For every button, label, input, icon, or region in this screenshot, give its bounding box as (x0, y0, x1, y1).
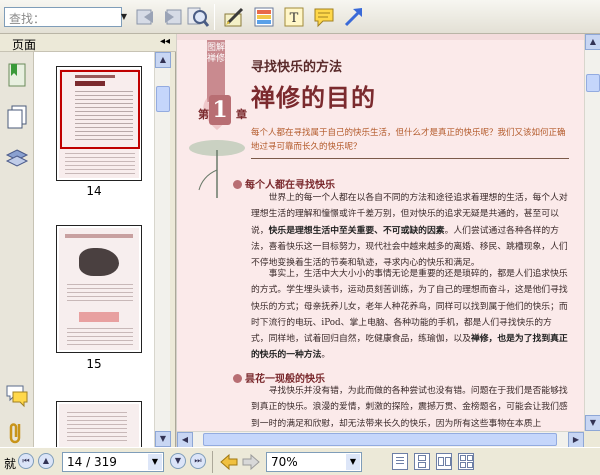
chevron-down-icon[interactable]: ▼ (346, 454, 360, 470)
bullet-icon (233, 374, 242, 383)
title-divider (251, 158, 569, 159)
chapter-number: 1 (209, 95, 231, 125)
search-input[interactable]: 查找： (4, 7, 122, 27)
page-title: 禅修的目的 (251, 83, 376, 112)
thumbnail-list: 14 15 (34, 52, 154, 447)
scroll-thumb[interactable] (586, 74, 600, 92)
pages-panel: 页面 ◂◂ 14 15 ▲ ▼ (0, 34, 176, 447)
bookmarks-icon[interactable] (5, 62, 29, 88)
document-horizontal-scrollbar[interactable]: ◀ ▶ (177, 431, 584, 447)
paragraph-text: 。 (321, 350, 331, 361)
body-paragraph: 事实上，生活中大大小小的事情无论是重要的还是琐碎的，都是人们追求快乐的方式。学生… (251, 266, 569, 364)
document-vertical-scrollbar[interactable]: ▲ ▼ (584, 34, 600, 431)
zoom-field[interactable]: 70% ▼ (266, 452, 362, 472)
chapter-prefix: 第 (198, 108, 209, 121)
body-paragraph: 寻找快乐并没有错，为此而做的各种尝试也没有错。问题在于我们是否能够找到真正的快乐… (251, 386, 568, 429)
bullet-icon (233, 180, 242, 189)
panel-title: 页面 (12, 38, 37, 52)
toolbar-separator (214, 4, 215, 30)
paragraph-text: 事实上，生活中大大小小的事情无论是重要的还是琐碎的，都是人们追求快乐的方式。学生… (251, 269, 568, 345)
attachments-icon[interactable] (5, 420, 29, 446)
page-thumbnail[interactable] (56, 225, 142, 353)
scroll-up-icon[interactable]: ▲ (585, 34, 600, 50)
page-header-band (177, 34, 584, 40)
scroll-down-icon[interactable]: ▼ (155, 431, 171, 447)
chapter-suffix: 章 (236, 108, 247, 121)
section-subtitle: 寻找快乐的方法 (251, 60, 343, 75)
section-heading: 每个人都在寻找快乐 (233, 176, 335, 191)
scroll-up-icon[interactable]: ▲ (155, 52, 171, 68)
layers-icon[interactable] (5, 146, 29, 172)
panel-tab-strip (0, 52, 34, 447)
prev-match-icon[interactable] (134, 5, 158, 29)
comments-icon[interactable] (5, 382, 29, 408)
thumbnail-label: 14 (86, 184, 102, 198)
intro-text: 每个人都在寻找属于自己的快乐生活，但什么才是真正的快乐呢？我们又该如何正确地过寻… (251, 128, 566, 152)
search-dropdown-icon[interactable]: ▼ (118, 7, 130, 27)
panel-header: 页面 ◂◂ (0, 34, 176, 52)
emphasis-text: 快乐是理想生活中至关重要、不可或缺的因素 (268, 225, 445, 236)
facing-view-icon[interactable] (436, 453, 452, 470)
page-indicator: 14 / 319 (67, 455, 117, 469)
back-arrow-icon[interactable] (220, 454, 238, 470)
scroll-thumb[interactable] (203, 433, 557, 446)
scroll-down-icon[interactable]: ▼ (585, 415, 600, 431)
thumbnail-label: 15 (86, 357, 102, 371)
chapter-badge: 第 1 章 (194, 95, 247, 126)
forward-arrow-icon[interactable] (242, 454, 260, 470)
scroll-thumb[interactable] (156, 86, 170, 112)
document-page: 图解禅修 寻找快乐的方法 禅修的目的 第 1 章 每个人都在寻找属于自己的快乐生… (177, 34, 584, 431)
highlight-pen-icon[interactable] (222, 5, 246, 29)
scroll-right-icon[interactable]: ▶ (568, 432, 584, 447)
text-box-icon[interactable]: T (282, 5, 306, 29)
toolbar: 查找： ▼ T (0, 0, 600, 34)
chevron-down-icon[interactable]: ▼ (148, 454, 162, 470)
next-page-icon[interactable]: ▼ (170, 453, 186, 469)
draw-icon[interactable] (252, 5, 276, 29)
scroll-corner (584, 431, 600, 447)
svg-text:T: T (290, 11, 299, 26)
page-thumbnail[interactable] (56, 401, 142, 447)
note-icon[interactable] (312, 5, 336, 29)
zoom-value: 70% (271, 455, 298, 469)
pages-icon[interactable] (5, 104, 29, 130)
scroll-left-icon[interactable]: ◀ (177, 432, 193, 447)
page-thumbnail[interactable] (56, 66, 142, 181)
previous-page-icon[interactable]: ▲ (38, 453, 54, 469)
find-icon[interactable] (186, 5, 210, 29)
page-number-field[interactable]: 14 / 319 ▼ (62, 452, 164, 472)
thumbnail-scrollbar[interactable]: ▲ ▼ (154, 52, 171, 447)
continuous-facing-view-icon[interactable] (458, 453, 474, 470)
arrow-icon[interactable] (342, 5, 366, 29)
body-paragraph: 世界上的每一个人都在以各自不同的方法和途径追求着理想的生活，每个人对理想生活的理… (251, 190, 569, 271)
next-match-icon[interactable] (160, 5, 184, 29)
status-separator (212, 451, 213, 473)
document-view: 图解禅修 寻找快乐的方法 禅修的目的 第 1 章 每个人都在寻找属于自己的快乐生… (177, 34, 600, 447)
single-page-view-icon[interactable] (392, 453, 408, 470)
status-bar: 就 ⏮ ▲ 14 / 319 ▼ ▼ ⏭ 70% ▼ (0, 447, 600, 475)
collapse-panel-icon[interactable]: ◂◂ (160, 36, 170, 47)
first-page-icon[interactable]: ⏮ (18, 453, 34, 469)
status-text: 就 (4, 457, 17, 471)
last-page-icon[interactable]: ⏭ (190, 453, 206, 469)
continuous-view-icon[interactable] (414, 453, 430, 470)
